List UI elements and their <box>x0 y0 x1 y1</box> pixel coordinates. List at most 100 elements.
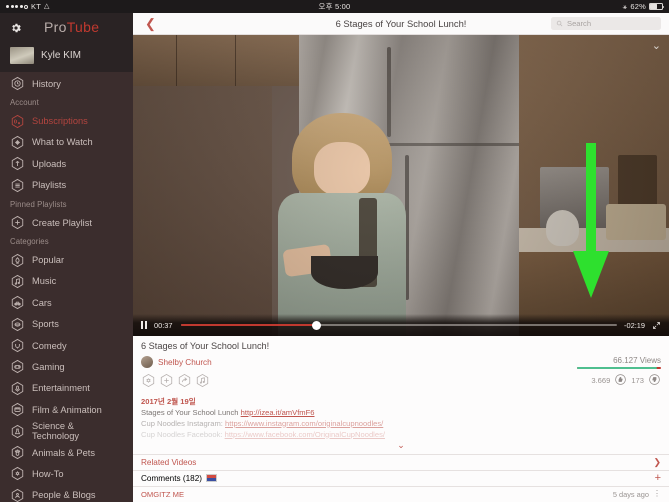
like-dislike-row: 3.669 173 <box>591 373 661 388</box>
sidebar-item-label: Popular <box>32 255 65 266</box>
views-block: 66.127 Views <box>577 356 661 369</box>
sidebar-item-what-to-watch[interactable]: What to Watch <box>0 132 133 153</box>
clock-icon <box>10 76 25 91</box>
korean-flag-icon <box>205 474 217 483</box>
add-action-button[interactable] <box>159 373 174 388</box>
sidebar-item-label: Film & Animation <box>32 404 102 415</box>
people-icon <box>10 488 25 502</box>
settings-action-button[interactable] <box>141 373 156 388</box>
sidebar-item-popular[interactable]: Popular <box>0 249 133 270</box>
app-logo: ProTube <box>44 19 100 35</box>
sidebar-item-label: Gaming <box>32 361 65 372</box>
search-input[interactable]: Search <box>551 17 661 30</box>
sidebar-item-subscriptions[interactable]: Subscriptions <box>0 110 133 131</box>
gear-icon[interactable] <box>10 21 22 33</box>
video-player[interactable]: ⌄ 00:37 -02:19 <box>133 35 669 336</box>
description-link-2[interactable]: https://www.instagram.com/originalcupnoo… <box>225 419 383 428</box>
sidebar-item-animals-pets[interactable]: Animals & Pets <box>0 442 133 463</box>
sidebar-item-history[interactable]: History <box>0 73 133 94</box>
status-bar-right: ⚹ 62% <box>623 2 665 12</box>
sidebar-item-comedy[interactable]: Comedy <box>0 335 133 356</box>
remaining-time: -02:19 <box>624 320 645 330</box>
sidebar-item-label: Music <box>32 276 57 287</box>
chevron-down-icon[interactable]: ⌄ <box>141 440 661 450</box>
vertical-dots-icon[interactable]: ⋮ <box>653 490 661 498</box>
sidebar-section-categories: Categories <box>10 237 49 247</box>
share-action-button[interactable] <box>177 373 192 388</box>
comedy-mask-icon <box>10 338 25 353</box>
view-count: 66.127 Views <box>613 356 661 365</box>
action-buttons <box>141 373 210 388</box>
sidebar-item-label: Subscriptions <box>32 116 88 127</box>
related-videos-row[interactable]: Related Videos ❯ <box>133 454 669 471</box>
sidebar-item-label: How-To <box>32 468 64 479</box>
sidebar-user[interactable]: Kyle KIM <box>0 41 133 72</box>
expand-icon[interactable] <box>652 321 661 330</box>
sidebar: ProTube Kyle KIM History Account Subscri… <box>0 13 133 502</box>
sidebar-item-music[interactable]: Music <box>0 271 133 292</box>
subscriptions-icon <box>10 114 25 129</box>
music-action-button[interactable] <box>195 373 210 388</box>
comment-author: OMGITZ ME <box>141 489 185 499</box>
sidebar-item-cars[interactable]: Cars <box>0 292 133 313</box>
video-info-panel: 6 Stages of Your School Lunch! Shelby Ch… <box>133 336 669 502</box>
back-button[interactable]: ❮ <box>141 17 160 30</box>
related-videos-label: Related Videos <box>141 457 197 467</box>
channel-name: Shelby Church <box>158 357 212 367</box>
sidebar-item-label: Comedy <box>32 340 67 351</box>
sports-icon <box>10 317 25 332</box>
sidebar-item-label: Cars <box>32 297 52 308</box>
wrench-icon <box>10 466 25 481</box>
sidebar-item-how-to[interactable]: How-To <box>0 463 133 484</box>
sidebar-item-sports[interactable]: Sports <box>0 314 133 335</box>
music-note-icon <box>10 274 25 289</box>
channel-avatar <box>141 356 153 369</box>
app-root: KT △ 오후 5:00 ⚹ 62% ProTube Kyle KIM Hist… <box>0 0 669 502</box>
microphone-icon <box>10 381 25 396</box>
car-icon <box>10 295 25 310</box>
sidebar-section-account: Account <box>10 98 39 108</box>
description-link-1[interactable]: http://izea.it/amVfmF6 <box>241 408 315 417</box>
thumbs-up-icon[interactable] <box>614 373 627 388</box>
main-content: ❮ 6 Stages of Your School Lunch! Search <box>133 13 669 502</box>
sidebar-item-science-technology[interactable]: Science & Technology <box>0 420 133 441</box>
video-title: 6 Stages of Your School Lunch! <box>141 341 270 351</box>
sidebar-item-label: Sports <box>32 319 59 330</box>
plus-icon <box>10 215 25 230</box>
sidebar-item-label: Uploads <box>32 158 67 169</box>
sidebar-item-playlists[interactable]: Playlists <box>0 175 133 196</box>
chevron-down-icon[interactable]: ⌄ <box>652 41 661 52</box>
upload-arrow-icon <box>10 156 25 171</box>
list-icon <box>10 178 25 193</box>
sidebar-item-label: Create Playlist <box>32 217 92 228</box>
sidebar-item-create-playlist[interactable]: Create Playlist <box>0 212 133 233</box>
progress-knob[interactable] <box>311 320 321 330</box>
description-line-3: Cup Noodles Facebook: https://www.facebo… <box>141 429 385 439</box>
description-line-1: Stages of Your School Lunch http://izea.… <box>141 407 315 417</box>
sidebar-item-entertainment[interactable]: Entertainment <box>0 378 133 399</box>
sidebar-item-label: Playlists <box>32 180 67 191</box>
action-row: 3.669 173 <box>133 371 669 393</box>
comments-header-row[interactable]: Comments (182) + <box>133 470 669 487</box>
sidebar-item-label: History <box>32 78 61 89</box>
video-description[interactable]: 2017년 2월 19일 Stages of Your School Lunch… <box>133 393 669 454</box>
sidebar-item-uploads[interactable]: Uploads <box>0 153 133 174</box>
search-placeholder: Search <box>567 19 592 28</box>
sidebar-item-label: Animals & Pets <box>32 447 96 458</box>
sidebar-item-people-blogs[interactable]: People & Blogs <box>0 485 133 502</box>
description-link-3[interactable]: https://www.facebook.com/OriginalCupNood… <box>225 430 385 439</box>
flask-icon <box>10 424 25 439</box>
sidebar-section-pinned-playlists: Pinned Playlists <box>10 199 67 209</box>
sidebar-item-gaming[interactable]: Gaming <box>0 356 133 377</box>
comment-row[interactable]: OMGITZ ME 5 days ago ⋮ <box>133 486 669 502</box>
sidebar-item-film-animation[interactable]: Film & Animation <box>0 399 133 420</box>
video-info-card: 6 Stages of Your School Lunch! Shelby Ch… <box>133 336 669 455</box>
chevron-right-icon[interactable]: ❯ <box>653 457 661 468</box>
thumbs-down-icon[interactable] <box>648 373 661 388</box>
status-bar: KT △ 오후 5:00 ⚹ 62% <box>0 0 669 13</box>
compass-icon <box>10 135 25 150</box>
channel-link[interactable]: Shelby Church <box>141 356 212 369</box>
progress-slider[interactable] <box>181 320 618 330</box>
add-comment-button[interactable]: + <box>655 472 661 484</box>
pause-button[interactable] <box>141 321 147 329</box>
